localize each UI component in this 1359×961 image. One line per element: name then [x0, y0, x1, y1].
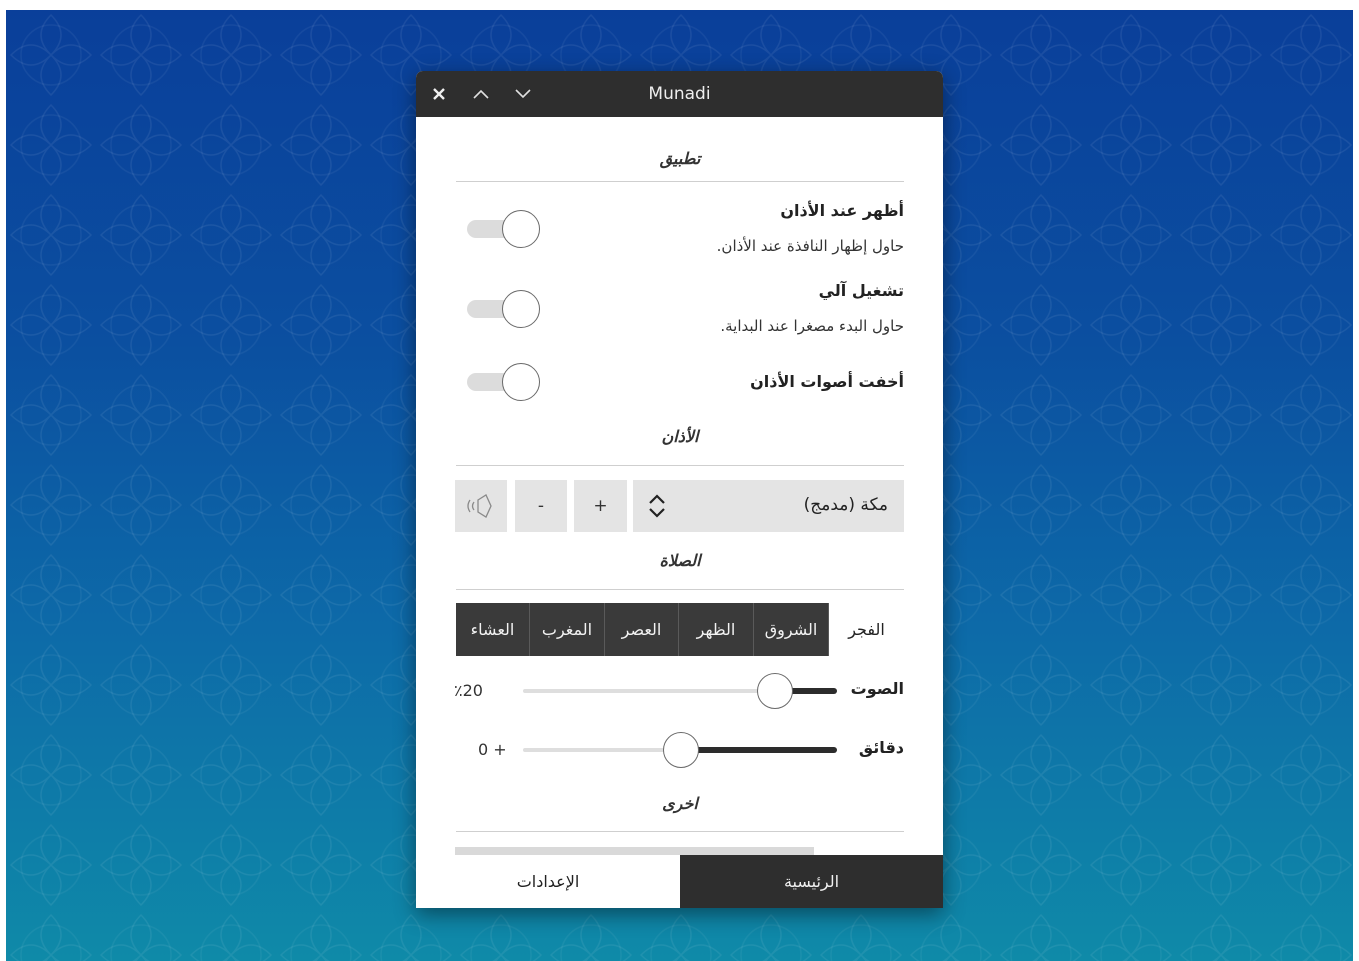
tab-dhuhr[interactable]: الظهر: [679, 603, 754, 656]
volume-value: ٪20: [454, 681, 483, 700]
slider-handle[interactable]: [757, 673, 794, 709]
plus-button[interactable]: +: [574, 480, 627, 532]
section-title-adhan: الأذان: [661, 427, 699, 446]
tab-home-bottom[interactable]: الرئيسية: [680, 855, 943, 908]
section-title-app: تطبيق: [659, 149, 701, 168]
up-down-arrows-icon: [649, 494, 665, 518]
setting-title-show-on-adhan: أظهر عند الأذان: [780, 201, 904, 220]
setting-title-quiet-adhan: أخفت أصوات الأذان: [750, 372, 904, 391]
tab-settings-bottom[interactable]: الإعدادات: [416, 855, 680, 908]
volume-slider[interactable]: [523, 673, 837, 709]
slider-handle[interactable]: [663, 732, 699, 768]
titlebar: Munadi: [416, 71, 943, 117]
window-title: Munadi: [648, 84, 711, 104]
divider: [456, 181, 904, 182]
adhan-select-value: مكة (مدمج): [803, 495, 888, 515]
munadi-window: Munadi تطبيق أظهر عند الأذان حاول إظهار …: [416, 71, 943, 908]
divider: [456, 589, 904, 590]
toggle-autostart[interactable]: [467, 290, 541, 328]
slider-fill: [680, 747, 837, 753]
minutes-label: دقائق: [858, 738, 904, 757]
horizontal-scrollbar[interactable]: [455, 847, 814, 855]
tab-asr[interactable]: العصر: [605, 603, 679, 656]
tab-isha[interactable]: العشاء: [456, 603, 530, 656]
section-title-other: اخرى: [662, 794, 698, 813]
tab-maghrib[interactable]: المغرب: [530, 603, 605, 656]
toggle-knob: [502, 210, 540, 248]
minus-button[interactable]: -: [515, 480, 567, 532]
minutes-value: 0 +: [478, 740, 507, 759]
divider: [456, 831, 904, 832]
speaker-icon[interactable]: [455, 480, 507, 532]
toggle-quiet-adhan[interactable]: [467, 363, 541, 401]
tab-fajr[interactable]: الفجر: [829, 603, 904, 656]
section-title-prayer: الصلاة: [659, 551, 701, 570]
setting-subtitle-autostart: حاول البدء مصغرا عند البداية.: [720, 317, 904, 335]
tab-sunrise[interactable]: الشروق: [754, 603, 829, 656]
adhan-select[interactable]: مكة (مدمج): [633, 480, 904, 532]
settings-content: تطبيق أظهر عند الأذان حاول إظهار النافذة…: [416, 117, 943, 855]
setting-title-autostart: تشغيل آلي: [818, 281, 904, 300]
toggle-show-on-adhan[interactable]: [467, 210, 541, 248]
volume-label: الصوت: [850, 679, 904, 698]
minutes-slider[interactable]: [523, 732, 837, 768]
toggle-knob: [502, 290, 540, 328]
prayer-tabs: العشاء المغرب العصر الظهر الشروق الفجر: [456, 603, 904, 656]
setting-subtitle-show-on-adhan: حاول إظهار النافذة عند الأذان.: [716, 237, 904, 255]
adhan-controls: - + مكة (مدمج): [455, 480, 904, 532]
toggle-knob: [502, 363, 540, 401]
bottom-tabs: الإعدادات الرئيسية: [416, 855, 943, 908]
divider: [456, 465, 904, 466]
